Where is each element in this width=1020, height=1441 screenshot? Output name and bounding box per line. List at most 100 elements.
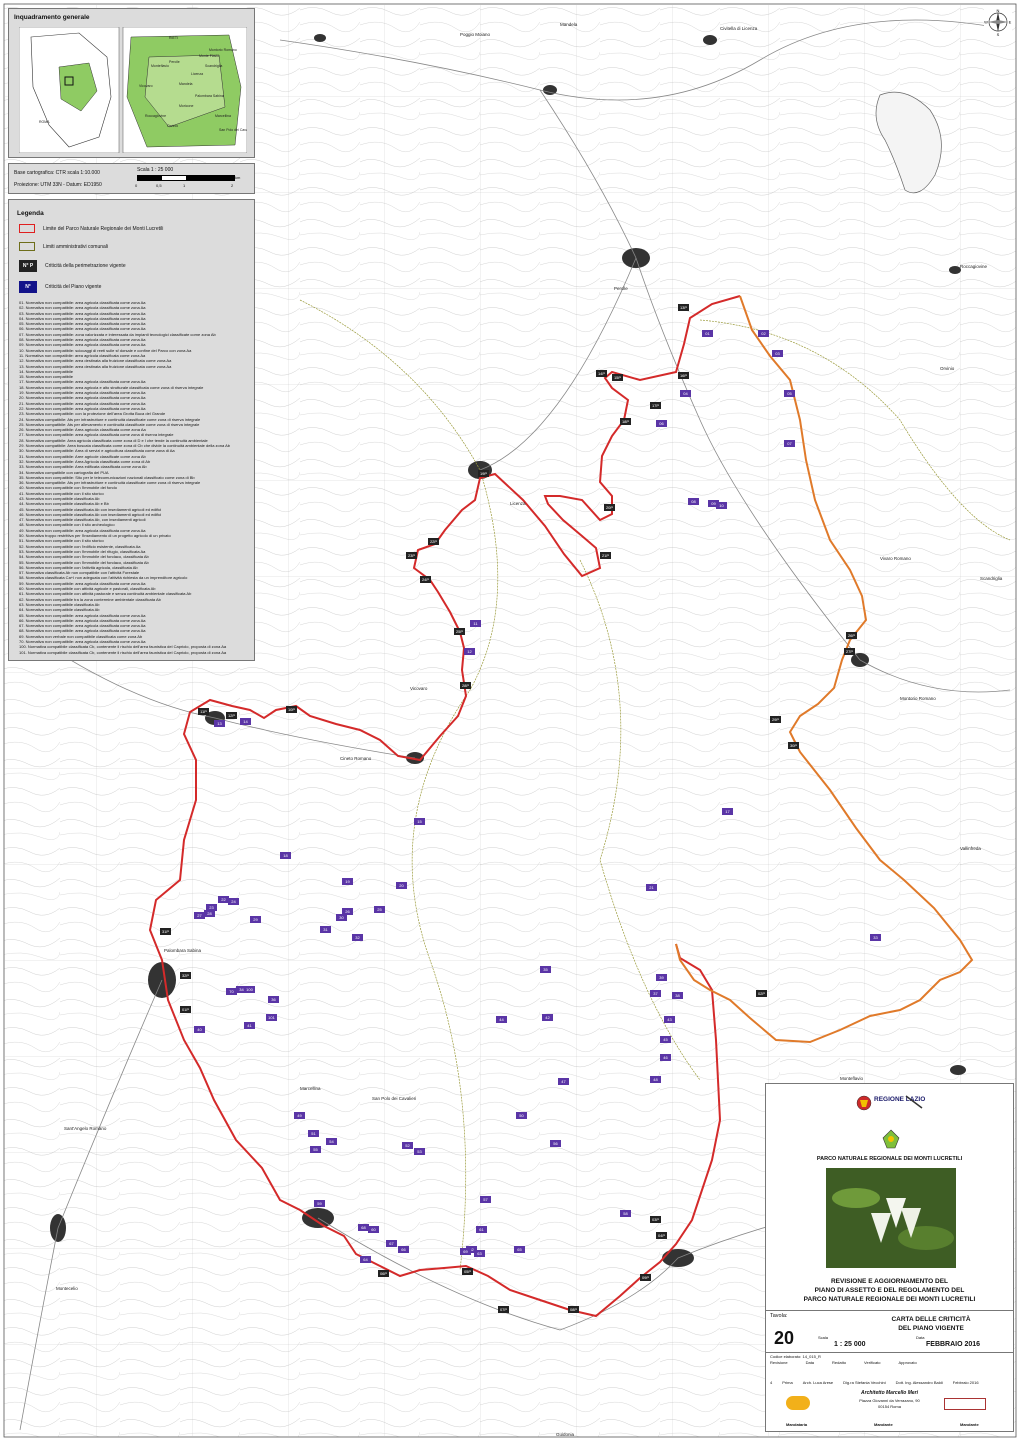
plan-badge[interactable]: 28 — [204, 910, 215, 917]
perimeter-badge[interactable]: 11P — [198, 708, 209, 715]
plan-badge[interactable]: 49 — [294, 1112, 305, 1119]
perimeter-badge[interactable]: 17P — [650, 402, 661, 409]
plan-badge[interactable]: 12 — [464, 648, 475, 655]
plan-badge[interactable]: 17 — [722, 808, 733, 815]
plan-badge[interactable]: 06 — [656, 420, 667, 427]
plan-badge[interactable]: 32 — [352, 934, 363, 941]
plan-badge[interactable]: 69 — [460, 1248, 471, 1255]
plan-badge[interactable]: 25 — [374, 906, 385, 913]
plan-badge[interactable]: 35 — [540, 966, 551, 973]
perimeter-badge[interactable]: 12P — [226, 712, 237, 719]
perimeter-badge[interactable]: 05P — [462, 1268, 473, 1275]
plan-badge[interactable]: 01 — [702, 330, 713, 337]
perimeter-badge[interactable]: 18P — [620, 418, 631, 425]
plan-badge[interactable]: 59 — [314, 1200, 325, 1207]
perimeter-badge[interactable]: 04P — [656, 1232, 667, 1239]
plan-badge[interactable]: 33 — [870, 934, 881, 941]
plan-badge[interactable]: 55 — [310, 1146, 321, 1153]
plan-badge[interactable]: 58 — [620, 1210, 631, 1217]
plan-badge[interactable]: 10 — [716, 502, 727, 509]
plan-badge[interactable]: 47 — [558, 1078, 569, 1085]
plan-badge[interactable]: 29 — [250, 916, 261, 923]
plan-badge[interactable]: 36 — [268, 996, 279, 1003]
perimeter-badge[interactable]: 09P — [640, 1274, 651, 1281]
plan-badge[interactable]: 40 — [194, 1026, 205, 1033]
plan-badge[interactable]: 24 — [228, 898, 239, 905]
perimeter-badge[interactable]: 13P — [678, 304, 689, 311]
plan-badge[interactable]: 50 — [516, 1112, 527, 1119]
plan-badge[interactable]: 13 — [214, 720, 225, 727]
perimeter-badge[interactable]: 01P — [180, 1006, 191, 1013]
perimeter-badge[interactable]: 28P — [460, 682, 471, 689]
plan-badge[interactable]: 65 — [514, 1246, 525, 1253]
plan-badge[interactable]: 15 — [414, 818, 425, 825]
plan-badge[interactable]: 61 — [476, 1226, 487, 1233]
plan-badge[interactable]: 23 — [206, 904, 217, 911]
plan-badge[interactable]: 04 — [680, 390, 691, 397]
plan-badge[interactable]: 39 — [656, 974, 667, 981]
plan-badge[interactable]: 56 — [550, 1140, 561, 1147]
plan-badge[interactable]: 48 — [650, 1076, 661, 1083]
plan-badge[interactable]: 41 — [244, 1022, 255, 1029]
perimeter-badge[interactable]: 31P — [160, 928, 171, 935]
plan-badge[interactable]: 22 — [218, 896, 229, 903]
plan-badge[interactable]: 03 — [772, 350, 783, 357]
plan-badge[interactable]: 46 — [660, 1054, 671, 1061]
plan-badge[interactable]: 60 — [368, 1226, 379, 1233]
plan-badge[interactable]: 05 — [784, 390, 795, 397]
plan-badge[interactable]: 63 — [474, 1250, 485, 1257]
plan-badge[interactable]: 07 — [784, 440, 795, 447]
plan-badge[interactable]: 21 — [646, 884, 657, 891]
perimeter-badge[interactable]: 30P — [788, 742, 799, 749]
perimeter-badge[interactable]: 15P — [612, 374, 623, 381]
perimeter-badge[interactable]: 25P — [454, 628, 465, 635]
plan-badge[interactable]: 11 — [470, 620, 481, 627]
plan-badge[interactable]: 37 — [650, 990, 661, 997]
perimeter-badge[interactable]: 27P — [844, 648, 855, 655]
plan-badge[interactable]: 19 — [342, 878, 353, 885]
plan-badge[interactable]: 51 — [308, 1130, 319, 1137]
plan-badge[interactable]: 44 — [496, 1016, 507, 1023]
plan-badge[interactable]: 18 — [280, 852, 291, 859]
perimeter-badge[interactable]: 16P — [678, 372, 689, 379]
plan-badge[interactable]: 68 — [358, 1224, 369, 1231]
plan-badge[interactable]: 67 — [386, 1240, 397, 1247]
plan-badge[interactable]: 14 — [240, 718, 251, 725]
plan-badge[interactable]: 27 — [194, 912, 205, 919]
perimeter-badge[interactable]: 26P — [846, 632, 857, 639]
plan-badge[interactable]: 42 — [542, 1014, 553, 1021]
plan-badge[interactable]: 38 — [672, 992, 683, 999]
plan-badge[interactable]: 64 — [360, 1256, 371, 1263]
plan-badge[interactable]: 45 — [660, 1036, 671, 1043]
plan-badge[interactable]: 30 — [336, 914, 347, 921]
perimeter-badge[interactable]: 03P — [650, 1216, 661, 1223]
plan-badge[interactable]: 52 — [402, 1142, 413, 1149]
plan-badge[interactable]: 100 — [244, 986, 255, 993]
plan-badge[interactable]: 70 — [226, 988, 237, 995]
plan-badge[interactable]: 66 — [398, 1246, 409, 1253]
plan-badge[interactable]: 57 — [480, 1196, 491, 1203]
perimeter-badge[interactable]: 08P — [568, 1306, 579, 1313]
perimeter-badge[interactable]: 24P — [420, 576, 431, 583]
plan-badge[interactable]: 101 — [266, 1014, 277, 1021]
perimeter-badge[interactable]: 06P — [378, 1270, 389, 1277]
perimeter-badge[interactable]: 32P — [180, 972, 191, 979]
plan-badge[interactable]: 08 — [688, 498, 699, 505]
perimeter-badge[interactable]: 02P — [756, 990, 767, 997]
perimeter-badge[interactable]: 14P — [596, 370, 607, 377]
perimeter-badge[interactable]: 22P — [428, 538, 439, 545]
plan-badge[interactable]: 43 — [664, 1016, 675, 1023]
plan-badge[interactable]: 53 — [414, 1148, 425, 1155]
perimeter-badge[interactable]: 07P — [498, 1306, 509, 1313]
perimeter-badge[interactable]: 21P — [600, 552, 611, 559]
perimeter-badge[interactable]: 10P — [286, 706, 297, 713]
plan-badge[interactable]: 54 — [326, 1138, 337, 1145]
plan-badge[interactable]: 31 — [320, 926, 331, 933]
perimeter-badge[interactable]: 20P — [604, 504, 615, 511]
plan-badge[interactable]: 02 — [758, 330, 769, 337]
perimeter-badge[interactable]: 29P — [770, 716, 781, 723]
perimeter-badge[interactable]: 23P — [406, 552, 417, 559]
plan-badge[interactable]: 26 — [342, 908, 353, 915]
perimeter-badge[interactable]: 19P — [478, 470, 489, 477]
plan-badge[interactable]: 20 — [396, 882, 407, 889]
